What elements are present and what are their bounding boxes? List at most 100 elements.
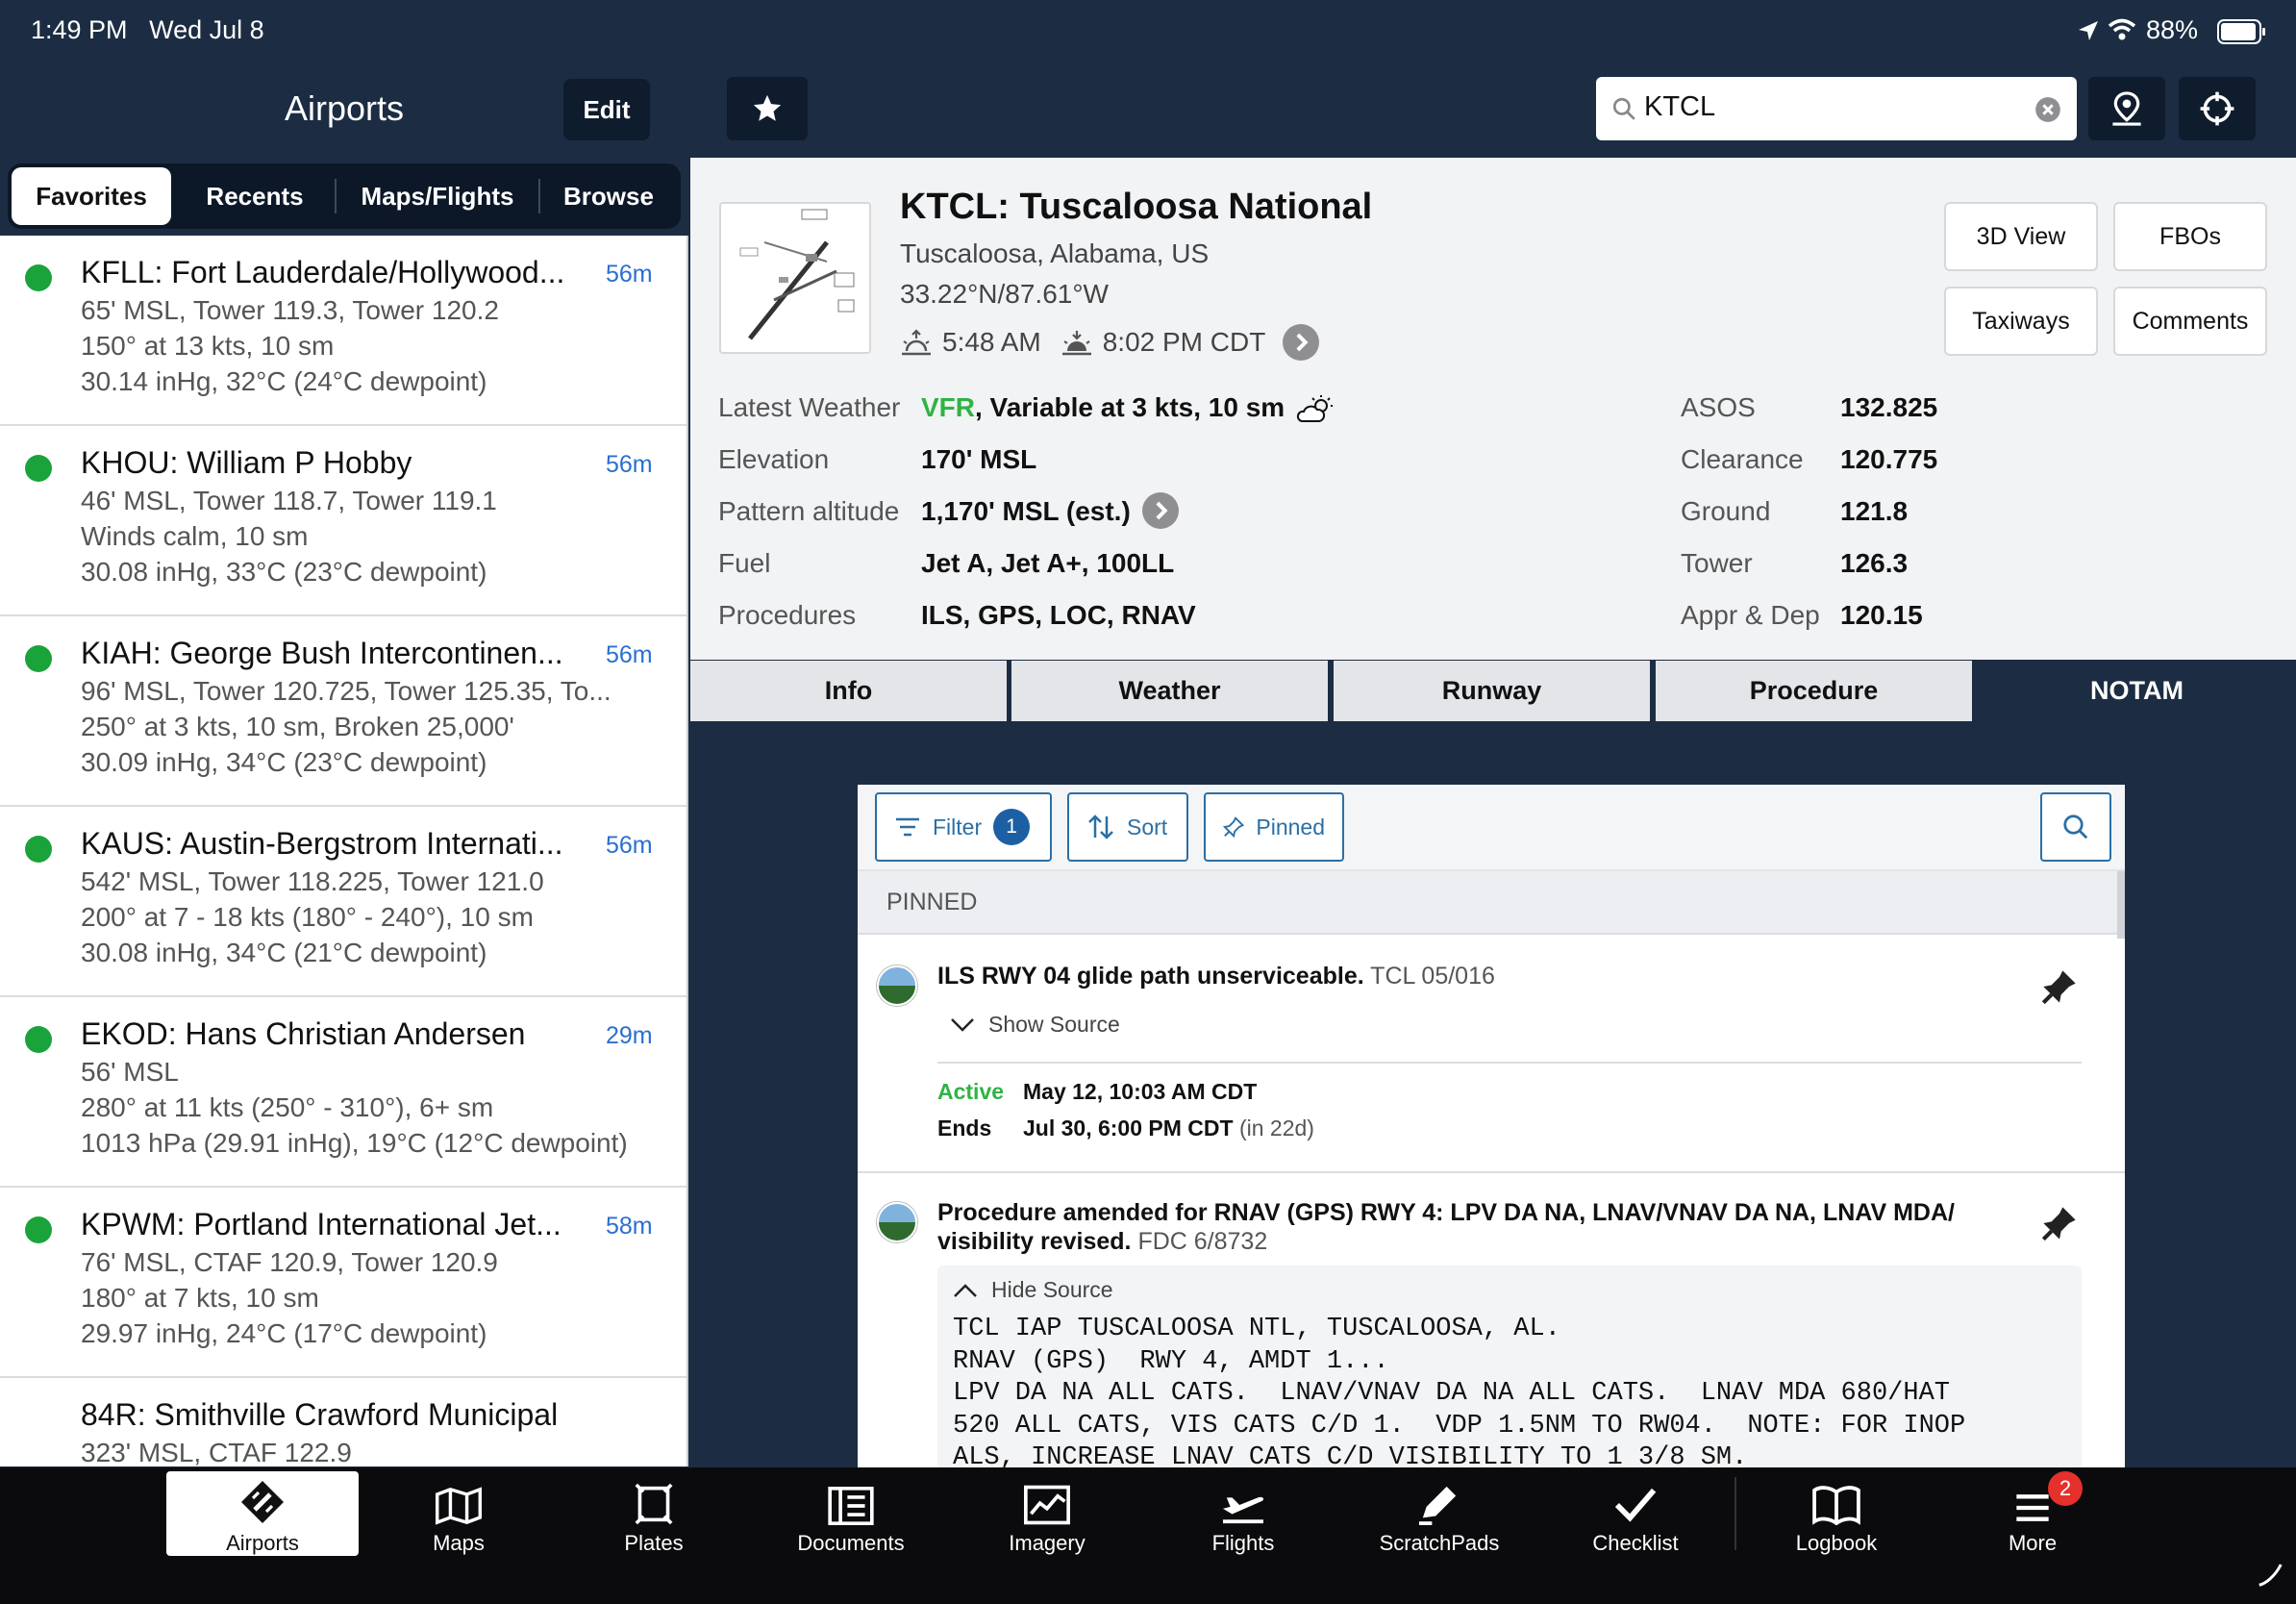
status-dot xyxy=(25,455,52,482)
status-dot xyxy=(25,1216,52,1243)
source-line: TCL IAP TUSCALOOSA NTL, TUSCALOOSA, AL. xyxy=(953,1315,1560,1343)
pin-icon xyxy=(1223,816,1245,839)
chevron-right-icon[interactable] xyxy=(1142,492,1179,529)
source-line: 520 ALL CATS, VIS CATS C/D 1. VDP 1.5NM … xyxy=(953,1411,1966,1441)
tab-label: Logbook xyxy=(1795,1531,1878,1555)
status-dot xyxy=(25,264,52,291)
source-line: RNAV (GPS) RWY 4, AMDT 1... xyxy=(953,1346,1389,1376)
freq-value[interactable]: 120.775 xyxy=(1840,444,1937,475)
show-source-toggle[interactable]: Show Source xyxy=(950,1012,1120,1038)
tab-procedure[interactable]: Procedure xyxy=(1656,661,1972,721)
freq-value[interactable]: 120.15 xyxy=(1840,600,1923,631)
search-field[interactable]: KTCL xyxy=(1596,77,2077,140)
tab-label: Documents xyxy=(797,1531,905,1555)
pinned-filter-button[interactable]: Pinned xyxy=(1204,792,1344,862)
pin-icon[interactable] xyxy=(2040,1204,2079,1242)
pin-icon[interactable] xyxy=(2040,967,2079,1006)
freq-value[interactable]: 126.3 xyxy=(1840,548,1908,579)
airport-detail: 323' MSL, CTAF 122.9 xyxy=(81,1438,352,1466)
airport-detail: 30.09 inHg, 34°C (23°C dewpoint) xyxy=(81,747,487,777)
list-item[interactable]: KPWM: Portland International Jet... 58m … xyxy=(0,1188,686,1378)
pencil-icon xyxy=(1419,1486,1457,1525)
hide-source-toggle[interactable]: Hide Source xyxy=(953,1277,1113,1303)
tabbar-plates[interactable]: Plates xyxy=(558,1471,750,1556)
airport-name: KIAH: George Bush Intercontinen... xyxy=(81,636,563,670)
favorite-button[interactable] xyxy=(727,77,808,140)
toggle-label: Show Source xyxy=(988,1012,1120,1037)
list-item[interactable]: 84R: Smithville Crawford Municipal 323' … xyxy=(0,1378,686,1466)
filter-button[interactable]: Filter 1 xyxy=(875,792,1052,862)
tabbar-maps[interactable]: Maps xyxy=(362,1471,555,1556)
search-input-value[interactable]: KTCL xyxy=(1644,91,1715,123)
airport-name: EKOD: Hans Christian Andersen xyxy=(81,1016,526,1051)
locate-button[interactable] xyxy=(2179,77,2256,140)
active-value: May 12, 10:03 AM CDT xyxy=(1023,1079,1258,1104)
list-item[interactable]: KAUS: Austin-Bergstrom Internati... 56m … xyxy=(0,807,686,997)
airport-detail: 30.08 inHg, 33°C (23°C dewpoint) xyxy=(81,557,487,587)
tab-bar: Airports Maps Plates Documents Imagery F… xyxy=(0,1467,2296,1604)
notam-text[interactable]: ILS RWY 04 glide path unserviceable. TCL… xyxy=(937,962,1995,990)
segment-favorites[interactable]: Favorites xyxy=(12,167,171,225)
filter-icon xyxy=(896,817,919,837)
airport-detail: 542' MSL, Tower 118.225, Tower 121.0 xyxy=(81,866,544,896)
detail-value: Jet A, Jet A+, 100LL xyxy=(921,548,1175,578)
tab-weather[interactable]: Weather xyxy=(1011,661,1328,721)
battery-icon xyxy=(2217,19,2265,44)
crosshair-icon xyxy=(2200,91,2234,126)
airport-diagram-thumbnail[interactable] xyxy=(719,202,871,354)
tab-info[interactable]: Info xyxy=(690,661,1007,721)
documents-icon xyxy=(828,1487,874,1525)
notam-search-button[interactable] xyxy=(2040,792,2111,862)
edit-button[interactable]: Edit xyxy=(563,79,650,140)
list-item[interactable]: KIAH: George Bush Intercontinen... 56m 9… xyxy=(0,616,686,807)
weather-label: Latest Weather xyxy=(718,392,901,422)
tab-label: More xyxy=(2008,1531,2058,1555)
list-item[interactable]: EKOD: Hans Christian Andersen 29m 56' MS… xyxy=(0,997,686,1188)
report-age: 56m xyxy=(606,451,653,478)
airport-detail: 1013 hPa (29.91 inHg), 19°C (12°C dewpoi… xyxy=(81,1128,628,1158)
segment-recents[interactable]: Recents xyxy=(175,167,335,225)
comments-button[interactable]: Comments xyxy=(2113,287,2267,356)
tabbar-imagery[interactable]: Imagery xyxy=(951,1471,1143,1556)
divider xyxy=(937,1062,2082,1064)
tabbar-documents[interactable]: Documents xyxy=(755,1471,947,1556)
ends-relative: (in 22d) xyxy=(1238,1115,1314,1140)
status-dot xyxy=(25,1026,52,1053)
sort-icon xyxy=(1088,815,1113,840)
notam-text[interactable]: Procedure amended for RNAV (GPS) RWY 4: … xyxy=(937,1198,2024,1256)
3d-view-button[interactable]: 3D View xyxy=(1944,202,2098,271)
list-item[interactable]: KFLL: Fort Lauderdale/Hollywood... 56m 6… xyxy=(0,236,686,426)
taxiways-button[interactable]: Taxiways xyxy=(1944,287,2098,356)
fbos-button[interactable]: FBOs xyxy=(2113,202,2267,271)
airport-detail: 76' MSL, CTAF 120.9, Tower 120.9 xyxy=(81,1247,498,1277)
scrollbar[interactable] xyxy=(2117,871,2125,939)
map-pin-button[interactable] xyxy=(2088,77,2165,140)
report-age: 58m xyxy=(606,1213,653,1240)
detail-label: Pattern altitude xyxy=(718,496,900,526)
tab-runway[interactable]: Runway xyxy=(1334,661,1650,721)
list-item[interactable]: KHOU: William P Hobby 56m 46' MSL, Tower… xyxy=(0,426,686,616)
segment-maps-flights[interactable]: Maps/Flights xyxy=(337,167,538,225)
tabbar-flights[interactable]: Flights xyxy=(1147,1471,1339,1556)
freq-value[interactable]: 132.825 xyxy=(1840,392,1937,423)
segment-browse[interactable]: Browse xyxy=(540,167,677,225)
filter-label: Filter xyxy=(933,814,983,840)
freq-value[interactable]: 121.8 xyxy=(1840,496,1908,527)
tabbar-checklist[interactable]: Checklist xyxy=(1539,1471,1732,1556)
chevron-right-icon[interactable] xyxy=(1283,324,1320,361)
freq-label: Ground xyxy=(1681,496,1771,526)
logbook-icon xyxy=(1812,1486,1860,1525)
clear-icon[interactable] xyxy=(2034,96,2061,123)
tabbar-scratchpads[interactable]: ScratchPads xyxy=(1343,1471,1535,1556)
status-indicators: 88% xyxy=(2077,15,2288,50)
tabbar-more[interactable]: More xyxy=(1936,1471,2129,1556)
tabbar-airports[interactable]: Airports xyxy=(166,1471,359,1556)
tabbar-logbook[interactable]: Logbook xyxy=(1740,1471,1933,1556)
sunrise-time: 5:48 AM xyxy=(942,327,1041,357)
detail-label: Elevation xyxy=(718,444,830,474)
map-icon xyxy=(436,1487,482,1525)
pencil-corner-icon[interactable] xyxy=(2256,1560,2284,1589)
sort-button[interactable]: Sort xyxy=(1067,792,1188,862)
weather-value[interactable]: VFR, Variable at 3 kts, 10 sm xyxy=(921,392,1335,425)
tab-notam[interactable]: NOTAM xyxy=(1978,661,2296,721)
